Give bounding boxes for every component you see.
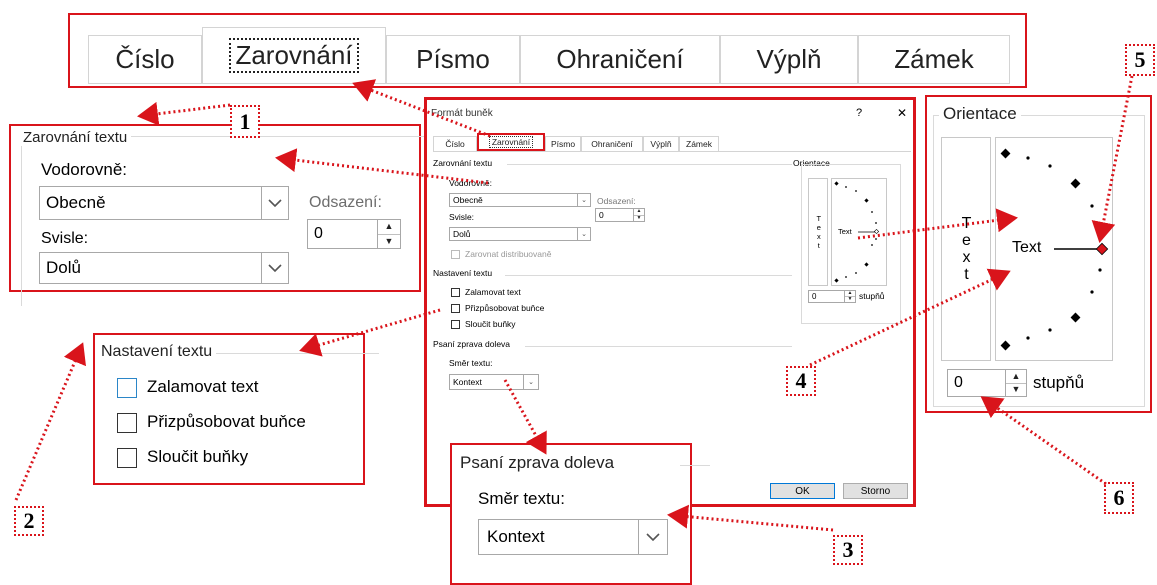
callout-arrows bbox=[14, 75, 1134, 532]
